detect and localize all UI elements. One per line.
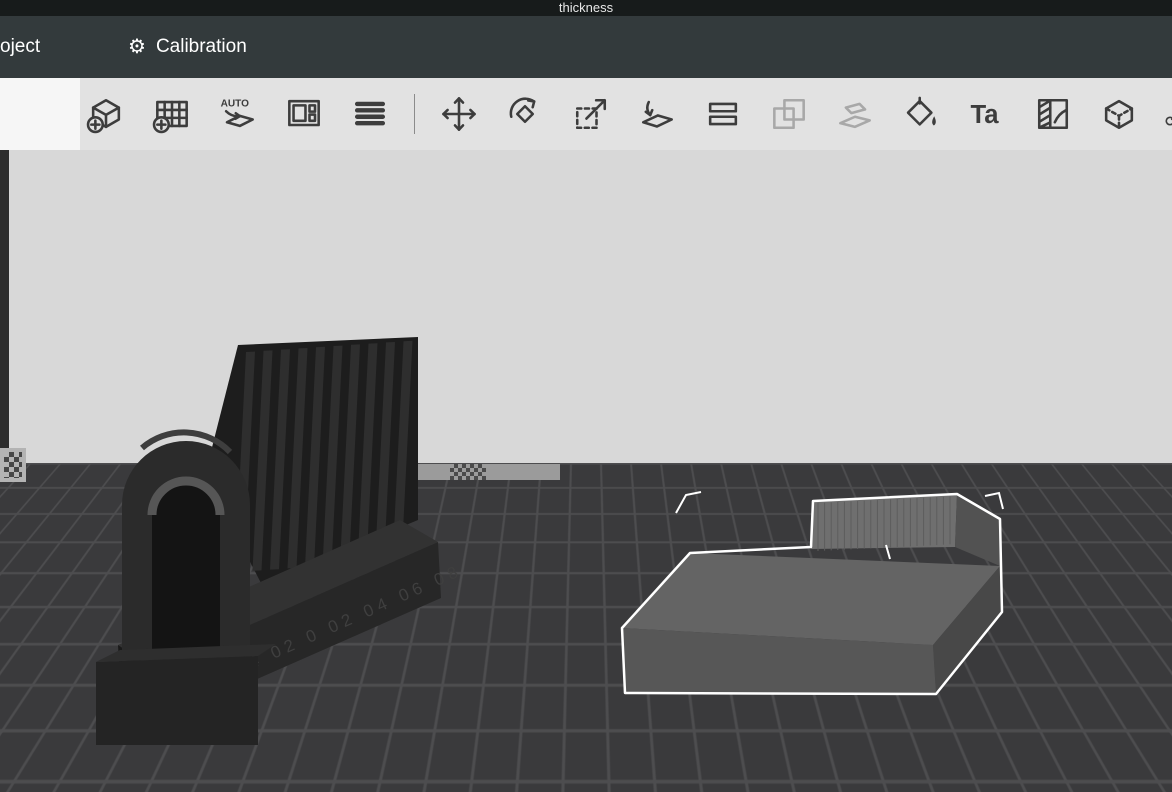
main-toolbar: AUTO Ta: [84, 83, 1172, 145]
app-window: thickness oject ⚙ Calibration 08 06 04 0…: [0, 0, 1172, 792]
add-object-button[interactable]: [84, 92, 128, 136]
mesh-boolean-button: [767, 92, 811, 136]
window-title: thickness: [559, 0, 613, 15]
viewport-3d[interactable]: 08 06 04 02 0 02 04 06 08 AUTO Ta: [0, 78, 1172, 792]
layers-list-button[interactable]: [348, 92, 392, 136]
variable-layer-height-button[interactable]: [1031, 92, 1075, 136]
plate-tag-icon: [450, 464, 486, 480]
svg-text:Ta: Ta: [971, 101, 1000, 129]
titlebar: thickness: [0, 0, 1172, 16]
text-shape-button[interactable]: Ta: [965, 92, 1009, 136]
scale-tool-button[interactable]: [569, 92, 613, 136]
measure-tool-button[interactable]: [1163, 92, 1172, 136]
rotate-tool-button[interactable]: [503, 92, 547, 136]
seam-painting-button: [833, 92, 877, 136]
toolbar-separator: [414, 94, 415, 134]
tab-calibration[interactable]: ⚙ Calibration: [128, 36, 247, 58]
cut-tool-button[interactable]: [701, 92, 745, 136]
gear-icon: ⚙: [128, 37, 146, 57]
tab-project[interactable]: oject: [0, 36, 48, 58]
add-plate-button[interactable]: [150, 92, 194, 136]
plate-grid: [0, 463, 1172, 792]
top-navbar: oject ⚙ Calibration: [0, 16, 1172, 78]
plate-marker-strip: [400, 464, 560, 480]
plate-perspective: [0, 463, 1172, 792]
left-corner-panel: [0, 78, 80, 150]
hidden-edge-cube-button[interactable]: [1097, 92, 1141, 136]
calibration-label: Calibration: [156, 36, 247, 58]
arrange-button[interactable]: [282, 92, 326, 136]
svg-text:AUTO: AUTO: [221, 99, 250, 110]
move-tool-button[interactable]: [437, 92, 481, 136]
color-painting-button[interactable]: [899, 92, 943, 136]
plate-marker-left: [0, 448, 26, 482]
auto-orient-button[interactable]: AUTO: [216, 92, 260, 136]
place-on-face-button[interactable]: [635, 92, 679, 136]
